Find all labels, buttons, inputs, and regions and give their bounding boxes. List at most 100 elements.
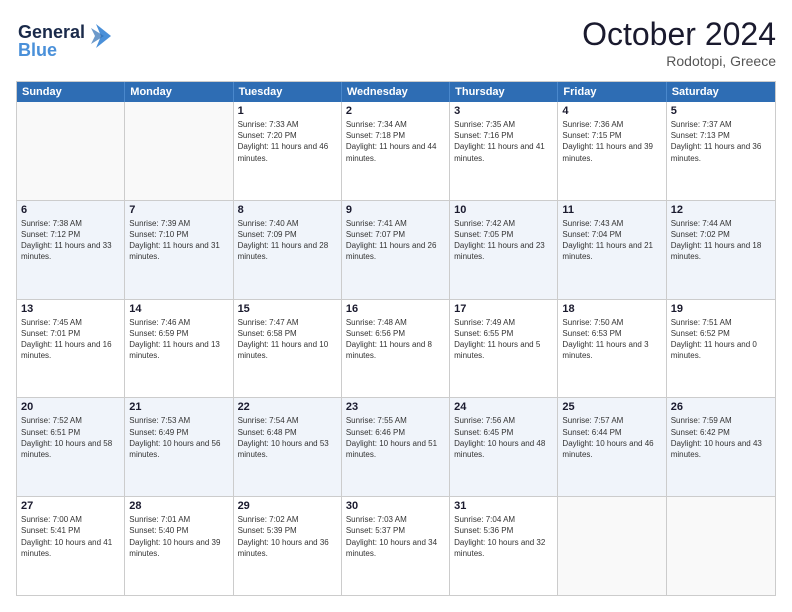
calendar-cell: 6Sunrise: 7:38 AMSunset: 7:12 PMDaylight… xyxy=(17,201,125,299)
day-number: 1 xyxy=(238,105,337,117)
daylight-text: Daylight: 11 hours and 21 minutes. xyxy=(562,240,661,262)
header-cell-monday: Monday xyxy=(125,82,233,102)
day-number: 2 xyxy=(346,105,445,117)
day-number: 18 xyxy=(562,303,661,315)
calendar-cell: 18Sunrise: 7:50 AMSunset: 6:53 PMDayligh… xyxy=(558,300,666,398)
calendar-cell: 12Sunrise: 7:44 AMSunset: 7:02 PMDayligh… xyxy=(667,201,775,299)
sunset-text: Sunset: 7:05 PM xyxy=(454,229,553,240)
sunrise-text: Sunrise: 7:54 AM xyxy=(238,415,337,426)
sunset-text: Sunset: 6:59 PM xyxy=(129,328,228,339)
day-number: 4 xyxy=(562,105,661,117)
daylight-text: Daylight: 11 hours and 31 minutes. xyxy=(129,240,228,262)
calendar-cell xyxy=(558,497,666,595)
sunrise-text: Sunrise: 7:34 AM xyxy=(346,119,445,130)
day-number: 19 xyxy=(671,303,771,315)
calendar-cell: 25Sunrise: 7:57 AMSunset: 6:44 PMDayligh… xyxy=(558,398,666,496)
daylight-text: Daylight: 11 hours and 3 minutes. xyxy=(562,339,661,361)
calendar-cell: 26Sunrise: 7:59 AMSunset: 6:42 PMDayligh… xyxy=(667,398,775,496)
day-number: 14 xyxy=(129,303,228,315)
sunset-text: Sunset: 7:02 PM xyxy=(671,229,771,240)
calendar-cell: 13Sunrise: 7:45 AMSunset: 7:01 PMDayligh… xyxy=(17,300,125,398)
calendar-row: 6Sunrise: 7:38 AMSunset: 7:12 PMDaylight… xyxy=(17,200,775,299)
sunset-text: Sunset: 6:45 PM xyxy=(454,427,553,438)
sunset-text: Sunset: 6:49 PM xyxy=(129,427,228,438)
sunrise-text: Sunrise: 7:00 AM xyxy=(21,514,120,525)
header-cell-wednesday: Wednesday xyxy=(342,82,450,102)
sunset-text: Sunset: 6:51 PM xyxy=(21,427,120,438)
location: Rodotopi, Greece xyxy=(582,53,776,69)
calendar-cell: 29Sunrise: 7:02 AMSunset: 5:39 PMDayligh… xyxy=(234,497,342,595)
sunset-text: Sunset: 6:56 PM xyxy=(346,328,445,339)
calendar-cell xyxy=(17,102,125,200)
sunrise-text: Sunrise: 7:44 AM xyxy=(671,218,771,229)
calendar-cell: 11Sunrise: 7:43 AMSunset: 7:04 PMDayligh… xyxy=(558,201,666,299)
calendar-body: 1Sunrise: 7:33 AMSunset: 7:20 PMDaylight… xyxy=(17,102,775,595)
calendar-row: 27Sunrise: 7:00 AMSunset: 5:41 PMDayligh… xyxy=(17,496,775,595)
sunrise-text: Sunrise: 7:41 AM xyxy=(346,218,445,229)
header-cell-sunday: Sunday xyxy=(17,82,125,102)
day-number: 8 xyxy=(238,204,337,216)
sunrise-text: Sunrise: 7:57 AM xyxy=(562,415,661,426)
calendar-cell: 19Sunrise: 7:51 AMSunset: 6:52 PMDayligh… xyxy=(667,300,775,398)
sunrise-text: Sunrise: 7:02 AM xyxy=(238,514,337,525)
calendar: SundayMondayTuesdayWednesdayThursdayFrid… xyxy=(16,81,776,596)
header-cell-saturday: Saturday xyxy=(667,82,775,102)
sunrise-text: Sunrise: 7:04 AM xyxy=(454,514,553,525)
header-cell-thursday: Thursday xyxy=(450,82,558,102)
sunrise-text: Sunrise: 7:47 AM xyxy=(238,317,337,328)
daylight-text: Daylight: 11 hours and 41 minutes. xyxy=(454,141,553,163)
daylight-text: Daylight: 10 hours and 51 minutes. xyxy=(346,438,445,460)
calendar-cell: 2Sunrise: 7:34 AMSunset: 7:18 PMDaylight… xyxy=(342,102,450,200)
sunrise-text: Sunrise: 7:51 AM xyxy=(671,317,771,328)
day-number: 3 xyxy=(454,105,553,117)
day-number: 10 xyxy=(454,204,553,216)
sunrise-text: Sunrise: 7:52 AM xyxy=(21,415,120,426)
daylight-text: Daylight: 10 hours and 48 minutes. xyxy=(454,438,553,460)
calendar-cell: 16Sunrise: 7:48 AMSunset: 6:56 PMDayligh… xyxy=(342,300,450,398)
calendar-cell: 27Sunrise: 7:00 AMSunset: 5:41 PMDayligh… xyxy=(17,497,125,595)
daylight-text: Daylight: 11 hours and 46 minutes. xyxy=(238,141,337,163)
sunrise-text: Sunrise: 7:53 AM xyxy=(129,415,228,426)
calendar-cell: 21Sunrise: 7:53 AMSunset: 6:49 PMDayligh… xyxy=(125,398,233,496)
calendar-row: 13Sunrise: 7:45 AMSunset: 7:01 PMDayligh… xyxy=(17,299,775,398)
day-number: 20 xyxy=(21,401,120,413)
sunrise-text: Sunrise: 7:49 AM xyxy=(454,317,553,328)
day-number: 6 xyxy=(21,204,120,216)
calendar-cell: 4Sunrise: 7:36 AMSunset: 7:15 PMDaylight… xyxy=(558,102,666,200)
sunset-text: Sunset: 6:42 PM xyxy=(671,427,771,438)
sunrise-text: Sunrise: 7:48 AM xyxy=(346,317,445,328)
sunrise-text: Sunrise: 7:01 AM xyxy=(129,514,228,525)
daylight-text: Daylight: 10 hours and 32 minutes. xyxy=(454,537,553,559)
calendar-cell: 15Sunrise: 7:47 AMSunset: 6:58 PMDayligh… xyxy=(234,300,342,398)
day-number: 9 xyxy=(346,204,445,216)
daylight-text: Daylight: 10 hours and 53 minutes. xyxy=(238,438,337,460)
day-number: 5 xyxy=(671,105,771,117)
header: General Blue October 2024 Rodotopi, Gree… xyxy=(16,16,776,71)
daylight-text: Daylight: 11 hours and 26 minutes. xyxy=(346,240,445,262)
daylight-text: Daylight: 11 hours and 23 minutes. xyxy=(454,240,553,262)
daylight-text: Daylight: 10 hours and 34 minutes. xyxy=(346,537,445,559)
calendar-cell: 5Sunrise: 7:37 AMSunset: 7:13 PMDaylight… xyxy=(667,102,775,200)
day-number: 26 xyxy=(671,401,771,413)
calendar-cell xyxy=(125,102,233,200)
daylight-text: Daylight: 10 hours and 58 minutes. xyxy=(21,438,120,460)
calendar-cell: 9Sunrise: 7:41 AMSunset: 7:07 PMDaylight… xyxy=(342,201,450,299)
sunset-text: Sunset: 6:44 PM xyxy=(562,427,661,438)
logo-text: General Blue xyxy=(16,16,126,71)
sunset-text: Sunset: 7:20 PM xyxy=(238,130,337,141)
sunset-text: Sunset: 6:55 PM xyxy=(454,328,553,339)
sunset-text: Sunset: 5:36 PM xyxy=(454,525,553,536)
sunrise-text: Sunrise: 7:39 AM xyxy=(129,218,228,229)
day-number: 25 xyxy=(562,401,661,413)
sunrise-text: Sunrise: 7:43 AM xyxy=(562,218,661,229)
sunset-text: Sunset: 7:04 PM xyxy=(562,229,661,240)
sunrise-text: Sunrise: 7:50 AM xyxy=(562,317,661,328)
day-number: 23 xyxy=(346,401,445,413)
day-number: 31 xyxy=(454,500,553,512)
sunrise-text: Sunrise: 7:46 AM xyxy=(129,317,228,328)
sunset-text: Sunset: 7:18 PM xyxy=(346,130,445,141)
calendar-cell: 31 Sunrise: 7:04 AMSunset: 5:36 PMDayligh… xyxy=(450,497,558,595)
daylight-text: Daylight: 10 hours and 39 minutes. xyxy=(129,537,228,559)
sunset-text: Sunset: 7:15 PM xyxy=(562,130,661,141)
logo-svg: General Blue xyxy=(16,16,126,66)
